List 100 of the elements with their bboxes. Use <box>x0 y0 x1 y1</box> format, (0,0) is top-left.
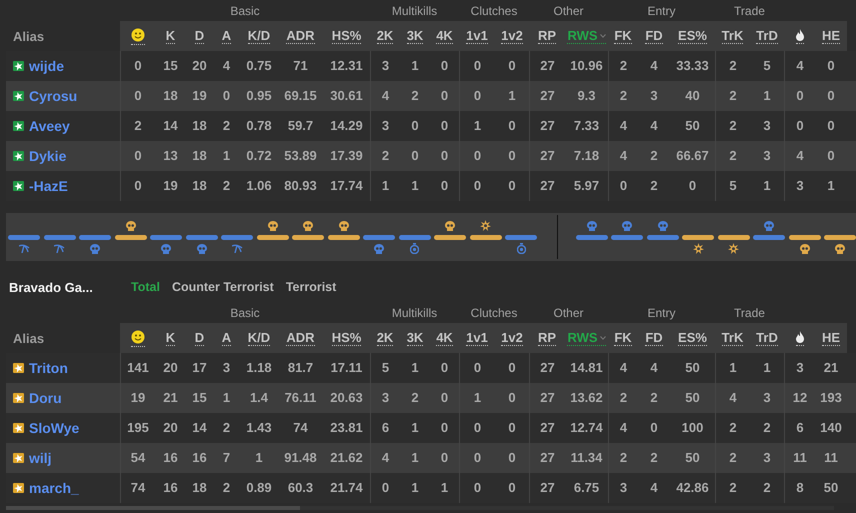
round-bar[interactable] <box>434 234 466 240</box>
table-cell-text: 42.86 <box>675 479 710 497</box>
table-cell-text: 5 <box>380 359 390 377</box>
table-cell-text: 2 <box>649 177 659 195</box>
skull-icon <box>161 244 171 254</box>
column-group-label: Trade <box>734 4 765 18</box>
round-bar[interactable] <box>221 234 253 240</box>
column-header[interactable]: A <box>222 28 232 44</box>
table-cell-text: 0 <box>507 479 517 497</box>
table-cell-text: 0 <box>507 177 517 195</box>
table-cell-text: 18 <box>191 117 208 135</box>
table-cell-text: 18 <box>191 147 208 165</box>
player-alias-link[interactable]: SloWye <box>29 420 80 436</box>
round-bar[interactable] <box>718 234 750 240</box>
table-cell-text: 2 <box>728 117 738 135</box>
table-cell-text: 2 <box>618 449 628 467</box>
round-bar[interactable] <box>256 234 288 240</box>
player-alias-link[interactable]: wilj <box>29 450 52 466</box>
table-cell-text: 0 <box>826 57 836 75</box>
round-bar[interactable] <box>8 234 40 240</box>
column-header[interactable] <box>796 330 804 346</box>
table-cell-text: 21 <box>822 359 840 377</box>
skull-icon <box>764 220 774 230</box>
player-alias-link[interactable]: Triton <box>29 360 68 376</box>
round-bar[interactable] <box>186 234 218 240</box>
round-bar[interactable] <box>79 234 111 240</box>
table-cell-text: 0 <box>826 147 836 165</box>
table-cell-text: 4 <box>618 147 628 165</box>
table-cell-text: 0 <box>440 419 450 437</box>
column-group-label: Multikills <box>392 306 438 320</box>
player-alias-link[interactable]: Dykie <box>29 148 66 164</box>
column-group-label: Basic <box>230 4 260 18</box>
column-header[interactable]: Alias <box>0 28 120 44</box>
round-bar[interactable] <box>505 234 537 240</box>
player-alias-link[interactable]: wijde <box>29 58 64 74</box>
table-cell-text: 2 <box>380 147 390 165</box>
table-cell-text: 3 <box>762 147 772 165</box>
column-header[interactable]: A <box>222 330 232 346</box>
round-bar[interactable] <box>363 234 395 240</box>
table-cell-text: 8 <box>795 479 805 497</box>
column-header[interactable]: K <box>166 330 176 346</box>
table-cell-text: 0 <box>472 57 482 75</box>
table-cell-text: 5 <box>728 177 738 195</box>
column-header[interactable] <box>130 330 144 346</box>
round-bar[interactable] <box>682 234 714 240</box>
player-alias-link[interactable]: march_ <box>29 480 79 496</box>
player-alias-link[interactable]: Doru <box>29 390 62 406</box>
table-cell-text: 1 <box>762 87 772 105</box>
table-cell-text: 21 <box>162 389 179 407</box>
explosion-icon <box>480 220 491 231</box>
column-header[interactable]: K <box>166 28 176 44</box>
round-bar[interactable] <box>44 234 76 240</box>
table-cell-text: 2 <box>222 177 232 195</box>
table-cell-text: 14.81 <box>569 359 604 377</box>
player-alias-link[interactable]: -HazE <box>29 178 68 194</box>
round-bar[interactable] <box>292 234 324 240</box>
table-cell-text: 11 <box>792 449 808 467</box>
player-alias-link[interactable]: Cyrosu <box>29 88 78 104</box>
table-cell-text: 53.89 <box>283 147 318 165</box>
column-header[interactable] <box>130 28 144 44</box>
table-cell-text: 27 <box>539 389 556 407</box>
table-cell-text: 20 <box>162 359 179 377</box>
round-bar[interactable] <box>398 234 430 240</box>
round-bar[interactable] <box>576 234 608 240</box>
side-tab[interactable]: Counter Terrorist <box>172 280 274 294</box>
column-header[interactable]: Alias <box>0 330 120 346</box>
table-cell-text: 0 <box>440 117 450 135</box>
side-tab[interactable]: Total <box>131 280 160 294</box>
round-bar[interactable] <box>753 234 785 240</box>
column-header[interactable]: D <box>194 330 204 346</box>
round-bar[interactable] <box>328 234 360 240</box>
table-cell-text: 2 <box>410 389 420 407</box>
skull-icon <box>126 220 136 230</box>
table-cell-text: 0 <box>826 117 836 135</box>
round-bar[interactable] <box>788 234 820 240</box>
round-bar[interactable] <box>611 234 643 240</box>
table-cell-text: 1 <box>254 449 264 467</box>
round-bar[interactable] <box>824 234 856 240</box>
table-cell-text: 27 <box>539 359 556 377</box>
table-cell-text: 0 <box>472 449 482 467</box>
table-cell-text: 2 <box>618 389 628 407</box>
column-group-label: Clutches <box>470 4 518 18</box>
column-header[interactable]: D <box>194 28 204 44</box>
round-bar[interactable] <box>470 234 502 240</box>
round-bar[interactable] <box>646 234 678 240</box>
table-cell-text: 1 <box>410 177 420 195</box>
skull-icon <box>622 220 632 230</box>
table-cell-text: 0 <box>133 147 143 165</box>
table-cell-text: 0 <box>440 87 450 105</box>
round-bar[interactable] <box>150 234 182 240</box>
side-tab[interactable]: Terrorist <box>286 280 336 294</box>
column-group-label: Trade <box>734 306 765 320</box>
round-bar[interactable] <box>114 234 146 240</box>
table-cell-text: 0 <box>649 419 659 437</box>
table-cell-text: 0 <box>472 359 482 377</box>
column-header[interactable] <box>796 28 804 44</box>
table-cell-text: 17 <box>191 359 208 377</box>
player-alias-link[interactable]: Aveey <box>29 118 70 134</box>
skull-icon <box>800 244 810 254</box>
table-cell-text: 4 <box>618 117 628 135</box>
